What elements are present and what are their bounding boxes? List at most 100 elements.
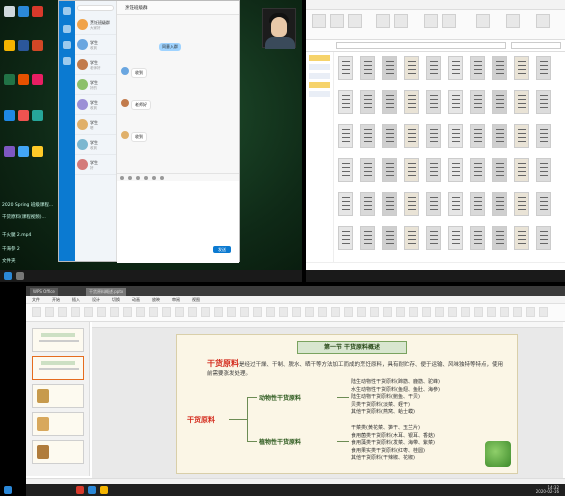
list-item[interactable]: 学生 收到: [75, 135, 116, 155]
file-thumbnail[interactable]: [404, 192, 419, 216]
contacts-icon[interactable]: [63, 41, 71, 49]
slide-thumb[interactable]: [32, 328, 84, 352]
desktop-item-label[interactable]: 干海参 2: [2, 246, 20, 252]
file-thumbnail[interactable]: [426, 56, 441, 80]
mic-icon[interactable]: [152, 176, 156, 180]
ribbon-button[interactable]: [435, 307, 444, 317]
file-thumbnail[interactable]: [360, 124, 375, 148]
file-thumbnail[interactable]: [492, 124, 507, 148]
file-thumbnail[interactable]: [404, 158, 419, 182]
ribbon-button[interactable]: [175, 307, 184, 317]
file-thumbnail[interactable]: [338, 90, 353, 114]
ribbon-button[interactable]: [97, 307, 106, 317]
ribbon-button[interactable]: [71, 307, 80, 317]
file-thumbnail[interactable]: [536, 90, 551, 114]
ribbon-button[interactable]: [422, 307, 431, 317]
ribbon-button[interactable]: [461, 307, 470, 317]
file-thumbnail[interactable]: [338, 192, 353, 216]
maps-icon[interactable]: [18, 74, 29, 85]
file-thumbnail[interactable]: [360, 192, 375, 216]
list-item[interactable]: 学生嗯: [75, 115, 116, 135]
desktop-item-label[interactable]: 干火腿 2.mp4: [2, 232, 31, 238]
file-thumbnail[interactable]: [426, 226, 441, 250]
start-icon[interactable]: [4, 272, 12, 280]
ribbon-button[interactable]: [318, 307, 327, 317]
file-thumbnail[interactable]: [492, 158, 507, 182]
ribbon-button[interactable]: [383, 307, 392, 317]
music-icon[interactable]: [32, 74, 43, 85]
file-thumbnail[interactable]: [470, 56, 485, 80]
ribbon-button[interactable]: [513, 307, 522, 317]
qq-taskbar-icon[interactable]: [88, 486, 96, 494]
qq-icon[interactable]: [18, 6, 29, 17]
search-icon[interactable]: [16, 272, 24, 280]
menu-transition[interactable]: 切换: [112, 297, 120, 303]
app-icon[interactable]: [4, 146, 15, 157]
file-thumbnail[interactable]: [536, 124, 551, 148]
file-thumbnail[interactable]: [536, 158, 551, 182]
app-icon[interactable]: [32, 110, 43, 121]
file-thumbnail[interactable]: [382, 192, 397, 216]
file-thumbnail[interactable]: [514, 158, 529, 182]
ribbon-button[interactable]: [506, 14, 520, 28]
menu-home[interactable]: 开始: [52, 297, 60, 303]
image-icon[interactable]: [144, 176, 148, 180]
ribbon-button[interactable]: [330, 14, 344, 28]
ribbon-button[interactable]: [201, 307, 210, 317]
message-input[interactable]: 发送: [117, 181, 239, 263]
file-thumbnail[interactable]: [492, 56, 507, 80]
ribbon-button[interactable]: [442, 14, 456, 28]
file-thumbnail[interactable]: [536, 192, 551, 216]
file-thumbnail[interactable]: [404, 124, 419, 148]
tab-document[interactable]: 干货原料概述.pptx: [86, 288, 127, 296]
file-thumbnail[interactable]: [492, 90, 507, 114]
word-icon[interactable]: [18, 40, 29, 51]
file-thumbnail[interactable]: [338, 226, 353, 250]
list-item[interactable]: 学生好: [75, 155, 116, 175]
nav-item[interactable]: [309, 55, 330, 61]
ribbon-button[interactable]: [266, 307, 275, 317]
ribbon-button[interactable]: [123, 307, 132, 317]
file-thumbnail[interactable]: [536, 56, 551, 80]
ribbon-button[interactable]: [58, 307, 67, 317]
list-item[interactable]: 学生 老师好: [75, 55, 116, 75]
slide-thumb[interactable]: [32, 384, 84, 408]
ribbon-button[interactable]: [305, 307, 314, 317]
folder-icon[interactable]: [32, 146, 43, 157]
file-thumbnail[interactable]: [448, 56, 463, 80]
recycle-bin-icon[interactable]: [4, 6, 15, 17]
app-icon[interactable]: [18, 110, 29, 121]
file-thumbnail[interactable]: [492, 226, 507, 250]
ribbon-button[interactable]: [227, 307, 236, 317]
file-thumbnail[interactable]: [514, 56, 529, 80]
file-thumbnail[interactable]: [404, 90, 419, 114]
ribbon-button[interactable]: [536, 14, 550, 28]
file-thumbnail[interactable]: [360, 158, 375, 182]
ribbon-button[interactable]: [448, 307, 457, 317]
ribbon-button[interactable]: [240, 307, 249, 317]
file-thumbnail[interactable]: [360, 226, 375, 250]
avatar-icon[interactable]: [63, 7, 71, 15]
ribbon-button[interactable]: [476, 14, 490, 28]
start-icon[interactable]: [4, 486, 12, 494]
ribbon-button[interactable]: [376, 14, 390, 28]
ribbon-button[interactable]: [487, 307, 496, 317]
file-thumbnail[interactable]: [470, 90, 485, 114]
ribbon-button[interactable]: [500, 307, 509, 317]
tab-wps[interactable]: WPS Office: [30, 288, 58, 296]
slide-thumb[interactable]: [32, 356, 84, 380]
ribbon-button[interactable]: [110, 307, 119, 317]
file-thumbnail[interactable]: [426, 124, 441, 148]
file-thumbnail[interactable]: [448, 124, 463, 148]
ribbon-button[interactable]: [394, 14, 408, 28]
file-thumbnail[interactable]: [514, 124, 529, 148]
menu-review[interactable]: 审阅: [172, 297, 180, 303]
send-button[interactable]: 发送: [213, 246, 231, 253]
ribbon-button[interactable]: [396, 307, 405, 317]
file-thumbnail[interactable]: [514, 90, 529, 114]
chrome-icon[interactable]: [4, 40, 15, 51]
menu-slideshow[interactable]: 放映: [152, 297, 160, 303]
menu-view[interactable]: 视图: [192, 297, 200, 303]
file-thumbnail[interactable]: [514, 192, 529, 216]
search-input[interactable]: [511, 42, 561, 49]
